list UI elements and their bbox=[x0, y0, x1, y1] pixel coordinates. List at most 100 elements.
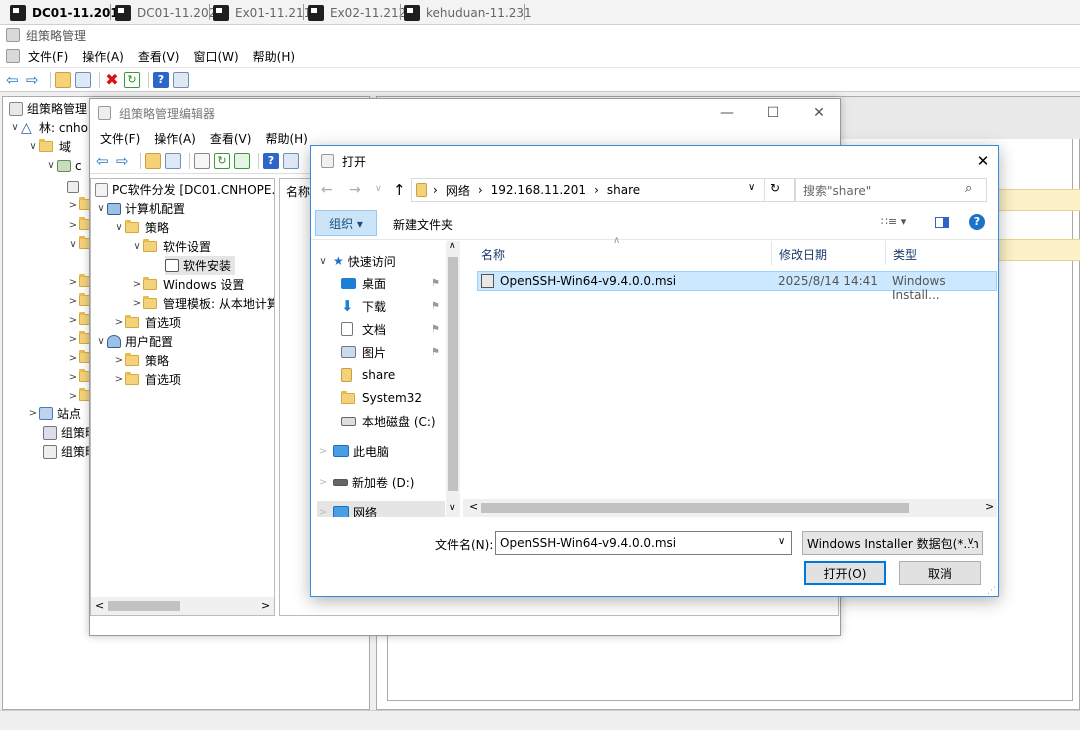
chevron-down-icon[interactable]: ∨ bbox=[45, 160, 57, 171]
maximize-button[interactable]: ☐ bbox=[750, 99, 796, 127]
export-list-icon[interactable] bbox=[234, 153, 250, 169]
refresh-icon[interactable]: ↻ bbox=[214, 153, 230, 169]
remote-tab-kehuduan[interactable]: kehuduan-11.231 bbox=[404, 3, 532, 23]
help-icon[interactable]: ? bbox=[969, 214, 985, 230]
nav-this-pc[interactable]: > 此电脑 bbox=[317, 440, 452, 462]
pin-icon[interactable]: ⚑ bbox=[431, 301, 440, 312]
refresh-icon[interactable]: ↻ bbox=[124, 71, 140, 88]
close-button[interactable]: ✕ bbox=[796, 99, 842, 127]
nav-quick-access[interactable]: ∨ ★ 快速访问 bbox=[317, 250, 452, 272]
chevron-down-icon[interactable]: ∨ bbox=[967, 536, 975, 547]
nav-up-icon[interactable]: ↑ bbox=[393, 181, 406, 199]
scroll-left-icon[interactable]: < bbox=[95, 599, 104, 612]
tree-hscrollbar[interactable]: < > bbox=[91, 597, 274, 615]
menu-file[interactable]: 文件(F) bbox=[28, 48, 68, 65]
forward-icon[interactable]: ⇨ bbox=[26, 72, 42, 88]
menu-action[interactable]: 操作(A) bbox=[82, 48, 124, 65]
column-header-date[interactable]: 修改日期 bbox=[779, 246, 827, 263]
menu-help[interactable]: 帮助(H) bbox=[253, 48, 295, 65]
pin-icon[interactable]: ⚑ bbox=[431, 324, 440, 335]
list-icon[interactable] bbox=[194, 153, 210, 169]
chevron-right-icon[interactable]: > bbox=[67, 334, 79, 345]
up-folder-icon[interactable] bbox=[145, 153, 161, 169]
tree-uc-preferences[interactable]: > 首选项 bbox=[113, 370, 181, 389]
nav-network[interactable]: > 网络 bbox=[317, 501, 445, 517]
editor-menu-action[interactable]: 操作(A) bbox=[154, 130, 196, 147]
breadcrumb-network[interactable]: 网络 bbox=[446, 182, 470, 199]
preview-pane-icon[interactable] bbox=[935, 217, 949, 228]
tree-windows-settings[interactable]: > Windows 设置 bbox=[131, 275, 244, 294]
chevron-down-icon[interactable]: ∨ bbox=[778, 536, 785, 547]
file-row[interactable]: OpenSSH-Win64-v9.4.0.0.msi 2025/8/14 14:… bbox=[477, 271, 997, 302]
pin-icon[interactable]: ⚑ bbox=[431, 347, 440, 358]
column-header-type[interactable]: 类型 bbox=[893, 246, 917, 263]
forward-icon[interactable]: ⇨ bbox=[116, 153, 132, 169]
nav-documents[interactable]: 文档 ⚑ bbox=[341, 318, 461, 340]
back-icon[interactable]: ⇦ bbox=[6, 72, 22, 88]
chevron-right-icon[interactable]: > bbox=[67, 296, 79, 307]
chevron-right-icon[interactable]: > bbox=[131, 298, 143, 309]
scroll-right-icon[interactable]: > bbox=[261, 599, 270, 612]
tree-root[interactable]: 组策略管理 bbox=[9, 99, 87, 118]
delete-icon[interactable]: ✖ bbox=[104, 71, 120, 88]
show-hide-tree-icon[interactable] bbox=[165, 153, 181, 169]
chevron-right-icon[interactable]: > bbox=[113, 355, 125, 366]
address-bar[interactable]: › 网络 › 192.168.11.201 › share ∨ ↻ bbox=[411, 178, 796, 202]
scroll-thumb[interactable] bbox=[108, 601, 180, 611]
tree-software-settings[interactable]: ∨ 软件设置 bbox=[131, 237, 211, 256]
chevron-down-icon[interactable]: ∨ bbox=[95, 336, 107, 347]
nav-system32[interactable]: System32 bbox=[341, 387, 461, 409]
file-hscrollbar[interactable]: < > bbox=[463, 499, 997, 517]
filetype-select[interactable]: Windows Installer 数据包(*.m ∨ bbox=[802, 531, 983, 555]
tree-uc-policies[interactable]: > 策略 bbox=[113, 351, 169, 370]
menu-view[interactable]: 查看(V) bbox=[138, 48, 180, 65]
chevron-down-icon[interactable]: ∨ bbox=[113, 222, 125, 233]
tree-domains[interactable]: ∨ 域 bbox=[27, 137, 71, 156]
nav-pictures[interactable]: 图片 ⚑ bbox=[341, 341, 461, 363]
filename-input[interactable]: OpenSSH-Win64-v9.4.0.0.msi ∨ bbox=[495, 531, 792, 555]
breadcrumb-share[interactable]: share bbox=[607, 183, 640, 197]
menu-window[interactable]: 窗口(W) bbox=[193, 48, 238, 65]
chevron-right-icon[interactable]: > bbox=[27, 408, 39, 419]
address-dropdown-icon[interactable]: ∨ bbox=[748, 182, 755, 193]
tree-child-row[interactable] bbox=[67, 179, 83, 193]
nav-recent-icon[interactable]: ∨ bbox=[375, 184, 382, 194]
nav-vscrollbar[interactable]: ∧ ∨ bbox=[446, 241, 460, 517]
chevron-right-icon[interactable]: > bbox=[317, 477, 329, 488]
tree-forest[interactable]: ∨ △ 林: cnho bbox=[9, 118, 88, 137]
tree-computer-config[interactable]: ∨ 计算机配置 bbox=[95, 199, 185, 218]
scroll-left-icon[interactable]: < bbox=[469, 500, 478, 513]
nav-share[interactable]: share bbox=[341, 364, 461, 386]
chevron-right-icon[interactable]: > bbox=[131, 279, 143, 290]
chevron-right-icon[interactable]: > bbox=[67, 277, 79, 288]
back-icon[interactable]: ⇦ bbox=[96, 153, 112, 169]
scroll-thumb[interactable] bbox=[481, 503, 909, 513]
organize-button[interactable]: 组织 ▾ bbox=[315, 210, 377, 236]
nav-local-disk-c[interactable]: 本地磁盘 (C:) bbox=[341, 410, 461, 432]
list-header-name[interactable]: 名称 bbox=[286, 183, 310, 200]
scroll-down-icon[interactable]: ∨ bbox=[449, 503, 456, 513]
gpmc-system-menu-icon[interactable] bbox=[6, 49, 20, 63]
remote-tab-dc01-202[interactable]: DC01-11.202 bbox=[115, 3, 216, 23]
dialog-close-button[interactable]: ✕ bbox=[971, 150, 995, 172]
column-header-name[interactable]: 名称 bbox=[481, 246, 505, 263]
nav-forward-icon[interactable]: → bbox=[349, 182, 361, 198]
nav-desktop[interactable]: 桌面 ⚑ bbox=[341, 272, 461, 294]
editor-menu-view[interactable]: 查看(V) bbox=[210, 130, 252, 147]
scroll-up-icon[interactable]: ∧ bbox=[449, 241, 456, 251]
tree-software-installation[interactable]: 软件安装 bbox=[165, 256, 236, 275]
open-button[interactable]: 打开(O) bbox=[804, 561, 886, 585]
view-options-icon[interactable]: ∷≡ ▾ bbox=[881, 215, 906, 228]
remote-tab-ex02[interactable]: Ex02-11.212 bbox=[308, 3, 406, 23]
help-icon[interactable]: ? bbox=[263, 153, 279, 169]
chevron-right-icon[interactable]: > bbox=[67, 315, 79, 326]
pin-icon[interactable]: ⚑ bbox=[431, 278, 440, 289]
show-hide-tree-icon[interactable] bbox=[75, 71, 91, 88]
search-input[interactable]: 搜索"share" ⌕ bbox=[794, 178, 987, 202]
refresh-icon[interactable]: ↻ bbox=[770, 181, 780, 195]
breadcrumb-host[interactable]: 192.168.11.201 bbox=[491, 183, 586, 197]
chevron-right-icon[interactable]: > bbox=[67, 391, 79, 402]
chevron-down-icon[interactable]: ∨ bbox=[131, 241, 143, 252]
new-folder-button[interactable]: 新建文件夹 bbox=[393, 216, 453, 233]
chevron-down-icon[interactable]: ∨ bbox=[67, 239, 79, 250]
